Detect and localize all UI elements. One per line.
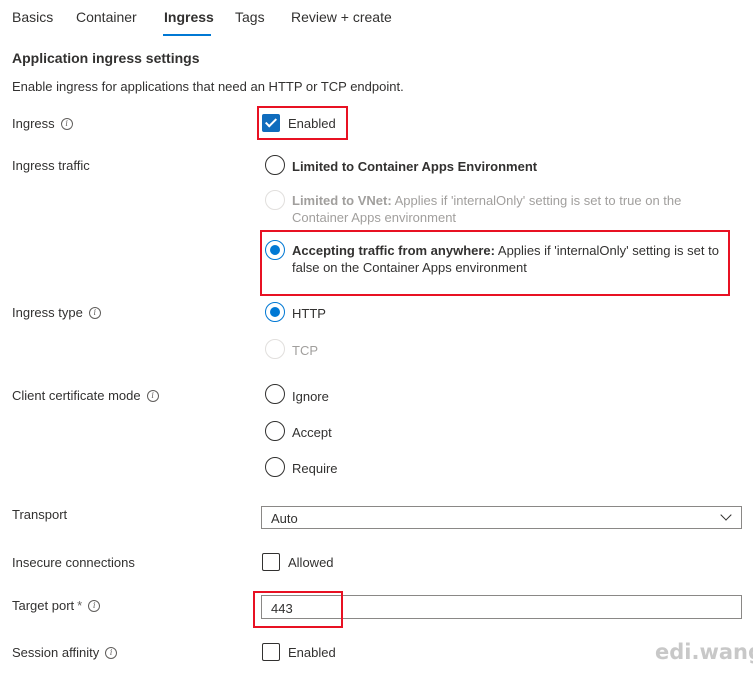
info-icon[interactable]: i <box>105 646 118 659</box>
watermark: edi.wang <box>655 640 753 664</box>
tab-container[interactable]: Container <box>76 9 137 25</box>
radio-ingress-type-http[interactable] <box>265 302 285 322</box>
radio-client-cert-ignore[interactable] <box>265 384 285 404</box>
radio-label-require: Require <box>292 461 338 476</box>
radio-label-ignore: Ignore <box>292 389 329 404</box>
radio-client-cert-accept[interactable] <box>265 421 285 441</box>
required-asterisk: * <box>77 598 83 613</box>
tab-ingress[interactable]: Ingress <box>164 9 214 25</box>
section-description: Enable ingress for applications that nee… <box>12 79 404 94</box>
transport-label: Transport <box>12 507 67 522</box>
highlight-box-target-port <box>253 591 343 628</box>
option-title: Limited to Container Apps Environment <box>292 159 538 174</box>
option-detail-continued: Container Apps environment <box>292 210 457 225</box>
tab-tags[interactable]: Tags <box>235 9 265 25</box>
insecure-connections-allowed-label: Allowed <box>288 555 334 570</box>
transport-dropdown[interactable]: Auto <box>261 506 742 529</box>
info-icon[interactable]: i <box>88 306 101 319</box>
ingress-type-label: Ingress type i <box>12 305 101 320</box>
radio-label-limited-vnet: Limited to VNet: Applies if 'internalOnl… <box>292 192 681 226</box>
target-port-label: Target port * i <box>12 598 101 613</box>
chevron-down-icon <box>720 509 732 521</box>
radio-selected-dot <box>270 307 280 317</box>
session-affinity-label-text: Session affinity <box>12 645 100 660</box>
ingress-traffic-label: Ingress traffic <box>12 158 90 173</box>
active-tab-indicator <box>163 34 211 36</box>
radio-label-limited-container-apps-env: Limited to Container Apps Environment <box>292 158 537 175</box>
radio-ingress-type-tcp[interactable] <box>265 339 285 359</box>
ingress-label-text: Ingress <box>12 116 55 131</box>
client-cert-mode-label-text: Client certificate mode <box>12 388 141 403</box>
transport-selected-value: Auto <box>271 511 298 526</box>
client-cert-mode-label: Client certificate mode i <box>12 388 159 403</box>
radio-label-http: HTTP <box>292 306 326 321</box>
radio-label-tcp: TCP <box>292 343 318 358</box>
ingress-type-label-text: Ingress type <box>12 305 83 320</box>
session-affinity-checkbox[interactable] <box>262 643 280 661</box>
ingress-label: Ingress i <box>12 116 73 131</box>
info-icon[interactable]: i <box>88 599 101 612</box>
radio-limited-container-apps-env[interactable] <box>265 155 285 175</box>
tab-bar: Basics Container Ingress Tags Review + c… <box>0 0 753 38</box>
insecure-connections-label: Insecure connections <box>12 555 135 570</box>
info-icon[interactable]: i <box>146 389 159 402</box>
highlight-box-ingress-traffic <box>260 230 730 296</box>
target-port-label-text: Target port <box>12 598 75 613</box>
info-icon[interactable]: i <box>60 117 73 130</box>
highlight-box-ingress <box>257 106 348 140</box>
radio-limited-vnet[interactable] <box>265 190 285 210</box>
option-detail: Applies if 'internalOnly' setting is set… <box>394 193 682 208</box>
section-title: Application ingress settings <box>12 50 200 66</box>
tab-basics[interactable]: Basics <box>12 9 53 25</box>
transport-label-text: Transport <box>12 507 68 522</box>
radio-client-cert-require[interactable] <box>265 457 285 477</box>
insecure-connections-label-text: Insecure connections <box>12 555 135 570</box>
tab-review-create[interactable]: Review + create <box>291 9 392 25</box>
insecure-connections-checkbox[interactable] <box>262 553 280 571</box>
radio-label-accept: Accept <box>292 425 332 440</box>
session-affinity-enabled-label: Enabled <box>288 645 336 660</box>
option-title: Limited to VNet: <box>292 193 392 208</box>
session-affinity-label: Session affinity i <box>12 645 118 660</box>
ingress-traffic-label-text: Ingress traffic <box>12 158 90 173</box>
